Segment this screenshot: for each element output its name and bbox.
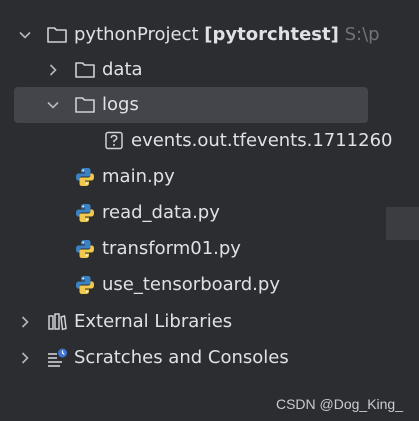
- unknown-file-icon: [103, 130, 125, 152]
- library-icon: [46, 311, 68, 333]
- tree-item-file-transform01[interactable]: transform01.py: [0, 231, 419, 267]
- file-label-use-tensorboard: use_tensorboard.py: [102, 274, 280, 295]
- tree-item-file-read-data[interactable]: read_data.py: [0, 195, 419, 231]
- file-label-events: events.out.tfevents.1711260: [131, 130, 393, 151]
- file-label-main: main.py: [102, 166, 175, 187]
- watermark: CSDN @Dog_King_: [275, 396, 403, 412]
- project-name: pythonProject: [74, 24, 199, 45]
- chevron-right-icon[interactable]: [18, 315, 32, 329]
- tree-item-external-libraries[interactable]: External Libraries: [0, 304, 419, 340]
- tree-item-file-main[interactable]: main.py: [0, 159, 419, 195]
- chevron-right-icon[interactable]: [18, 351, 32, 365]
- scratches-label: Scratches and Consoles: [74, 347, 289, 368]
- chevron-right-icon[interactable]: [46, 63, 60, 77]
- tree-item-project-root[interactable]: pythonProject [pytorchtest] S:\p: [0, 17, 419, 53]
- folder-icon: [74, 59, 96, 81]
- project-tree-panel: pythonProject [pytorchtest] S:\p data lo…: [0, 0, 419, 421]
- tree-item-data-folder[interactable]: data: [0, 52, 419, 88]
- folder-label-data: data: [102, 59, 143, 80]
- folder-icon: [74, 94, 96, 116]
- project-context: [pytorchtest]: [204, 24, 339, 45]
- tree-item-logs-folder[interactable]: logs: [0, 87, 419, 123]
- scratches-icon: [46, 347, 68, 369]
- chevron-down-icon[interactable]: [18, 28, 32, 42]
- file-label-transform01: transform01.py: [102, 238, 241, 259]
- project-path: S:\p: [344, 24, 380, 45]
- python-file-icon: [74, 238, 96, 260]
- python-file-icon: [74, 166, 96, 188]
- tree-item-file-use-tensorboard[interactable]: use_tensorboard.py: [0, 267, 419, 303]
- tree-item-scratches[interactable]: Scratches and Consoles: [0, 340, 419, 376]
- file-label-read-data: read_data.py: [102, 202, 220, 223]
- python-file-icon: [74, 274, 96, 296]
- external-libraries-label: External Libraries: [74, 311, 233, 332]
- chevron-down-icon[interactable]: [46, 98, 60, 112]
- python-file-icon: [74, 202, 96, 224]
- folder-icon: [46, 24, 68, 46]
- folder-label-logs: logs: [102, 94, 139, 115]
- tree-item-event-file[interactable]: events.out.tfevents.1711260: [0, 123, 419, 159]
